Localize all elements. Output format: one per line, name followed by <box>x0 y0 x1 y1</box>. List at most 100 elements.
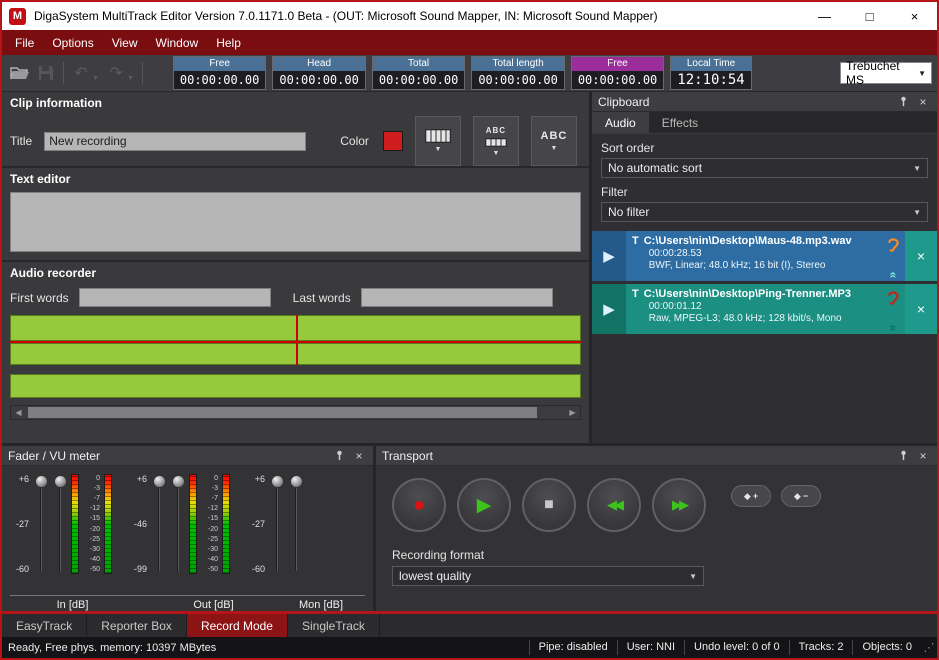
fader-knob[interactable] <box>35 475 48 488</box>
pin-icon[interactable] <box>895 448 911 464</box>
fader-scale: +6 -27 -60 <box>246 474 266 574</box>
fader-slider[interactable] <box>269 474 285 574</box>
fader-slider[interactable] <box>170 474 186 574</box>
scale-tick: -20 <box>208 526 218 533</box>
filter-label: Filter <box>601 185 928 199</box>
scrollbar-thumb[interactable] <box>28 407 537 418</box>
tab-singletrack[interactable]: SingleTrack <box>288 614 380 637</box>
fader-vu-panel: Fader / VU meter × +6 -27 -60 <box>2 446 376 611</box>
color-swatch[interactable] <box>383 131 403 151</box>
save-button[interactable] <box>33 60 59 86</box>
rewind-icon: ◀◀ <box>607 497 621 513</box>
filter-select[interactable]: No filter ▼ <box>601 202 928 222</box>
forward-button[interactable]: ▶▶ <box>652 478 706 532</box>
first-words-label: First words <box>10 291 69 305</box>
recording-format-select[interactable]: lowest quality ▼ <box>392 566 704 586</box>
clipboard-panel: Clipboard × Audio Effects Sort order No … <box>592 92 937 443</box>
waveform-overview[interactable] <box>10 374 581 398</box>
timer-value: 00:00:00.00 <box>373 71 464 89</box>
resize-grip[interactable]: ⋰ <box>921 641 937 654</box>
clipboard-item[interactable]: ▶ T C:\Users\nin\Desktop\Ping-Trenner.MP… <box>592 284 937 334</box>
scrollbar-track[interactable] <box>26 406 565 419</box>
text-editor-area[interactable] <box>10 192 581 252</box>
waveform-display[interactable] <box>10 315 581 365</box>
fader-slider[interactable] <box>288 474 304 574</box>
in-db-label: In [dB] <box>10 599 135 611</box>
tab-record-mode[interactable]: Record Mode <box>187 614 288 637</box>
menu-options[interactable]: Options <box>43 32 102 54</box>
title-input[interactable] <box>44 132 306 151</box>
maximize-button[interactable]: □ <box>847 2 892 30</box>
remove-item-button[interactable]: × <box>905 231 937 281</box>
tab-audio[interactable]: Audio <box>592 112 649 133</box>
fader-scale: +6 -27 -60 <box>10 474 30 574</box>
close-panel-icon[interactable]: × <box>915 94 931 110</box>
menu-window[interactable]: Window <box>147 32 208 54</box>
fader-slider[interactable] <box>33 474 49 574</box>
fader-title: Fader / VU meter <box>8 449 327 463</box>
fader-knob[interactable] <box>290 475 303 488</box>
minimize-button[interactable]: — <box>802 2 847 30</box>
timer-value: 12:10:54 <box>671 71 750 89</box>
clipboard-item[interactable]: ▶ T C:\Users\nin\Desktop\Maus-48.mp3.wav… <box>592 231 937 281</box>
add-to-clipboard-button[interactable]: ◆ + <box>731 485 771 507</box>
title-label: Title <box>10 134 32 148</box>
rewind-button[interactable]: ◀◀ <box>587 478 641 532</box>
open-folder-button[interactable] <box>7 60 33 86</box>
ear-prelisten-icon[interactable] <box>887 236 900 253</box>
close-panel-icon[interactable]: × <box>915 448 931 464</box>
fader-knob[interactable] <box>54 475 67 488</box>
abc-text-button[interactable]: ABC ▼ <box>531 116 577 166</box>
ear-prelisten-icon[interactable] <box>887 289 900 306</box>
slider-track <box>59 477 61 571</box>
tab-reporter-box[interactable]: Reporter Box <box>87 614 187 637</box>
redo-button[interactable]: ↷ <box>103 60 129 86</box>
chevrons-up-icon[interactable]: « <box>889 325 897 332</box>
fader-knob[interactable] <box>172 475 185 488</box>
scale-tick: +6 <box>137 474 147 484</box>
menu-help[interactable]: Help <box>207 32 250 54</box>
menu-file[interactable]: File <box>6 32 43 54</box>
redo-dropdown-icon[interactable]: ▼ <box>127 75 134 82</box>
tab-easytrack[interactable]: EasyTrack <box>2 614 87 637</box>
play-button[interactable]: ▶ <box>457 478 511 532</box>
scroll-left-button[interactable]: ◀ <box>11 406 26 419</box>
menubar: File Options View Window Help <box>2 30 937 55</box>
record-button[interactable]: ● <box>392 478 446 532</box>
prelisten-play-button[interactable]: ▶ <box>592 284 626 334</box>
save-icon <box>38 65 54 81</box>
remove-item-button[interactable]: × <box>905 284 937 334</box>
fader-knob[interactable] <box>271 475 284 488</box>
keyboard-title-button[interactable]: ▼ <box>415 116 461 166</box>
scale-tick: -46 <box>134 519 147 529</box>
transport-panel: Transport × ● ▶ ■ <box>376 446 937 611</box>
slider-track <box>295 477 297 571</box>
chevrons-up-icon[interactable]: « <box>889 272 897 279</box>
fader-slider[interactable] <box>52 474 68 574</box>
undo-dropdown-icon[interactable]: ▼ <box>92 75 99 82</box>
meter-scale: 0 -3 -7 -12 -15 -20 -25 -30 -40 -50 <box>82 474 101 574</box>
undo-button[interactable]: ↶ <box>68 60 94 86</box>
menu-view[interactable]: View <box>103 32 147 54</box>
stop-button[interactable]: ■ <box>522 478 576 532</box>
waveform-scrollbar[interactable]: ◀ ▶ <box>10 405 581 420</box>
first-words-input[interactable] <box>79 288 271 307</box>
sort-order-select[interactable]: No automatic sort ▼ <box>601 158 928 178</box>
scale-tick: -99 <box>134 564 147 574</box>
pin-icon[interactable] <box>331 448 347 464</box>
font-selector[interactable]: Trebuchet MS ▼ <box>840 62 932 84</box>
prelisten-play-button[interactable]: ▶ <box>592 231 626 281</box>
close-button[interactable]: × <box>892 2 937 30</box>
last-words-input[interactable] <box>361 288 553 307</box>
fader-knob[interactable] <box>153 475 166 488</box>
remove-from-clipboard-button[interactable]: ◆ − <box>781 485 821 507</box>
tab-effects[interactable]: Effects <box>649 112 711 133</box>
fader-slider[interactable] <box>151 474 167 574</box>
close-panel-icon[interactable]: × <box>351 448 367 464</box>
abc-keyboard-button[interactable]: ABC ▼ <box>473 116 519 166</box>
scale-tick: -20 <box>90 526 100 533</box>
scroll-right-button[interactable]: ▶ <box>565 406 580 419</box>
item-path: C:\Users\nin\Desktop\Maus-48.mp3.wav <box>644 235 881 247</box>
slider-track <box>40 477 42 571</box>
pin-icon[interactable] <box>895 94 911 110</box>
